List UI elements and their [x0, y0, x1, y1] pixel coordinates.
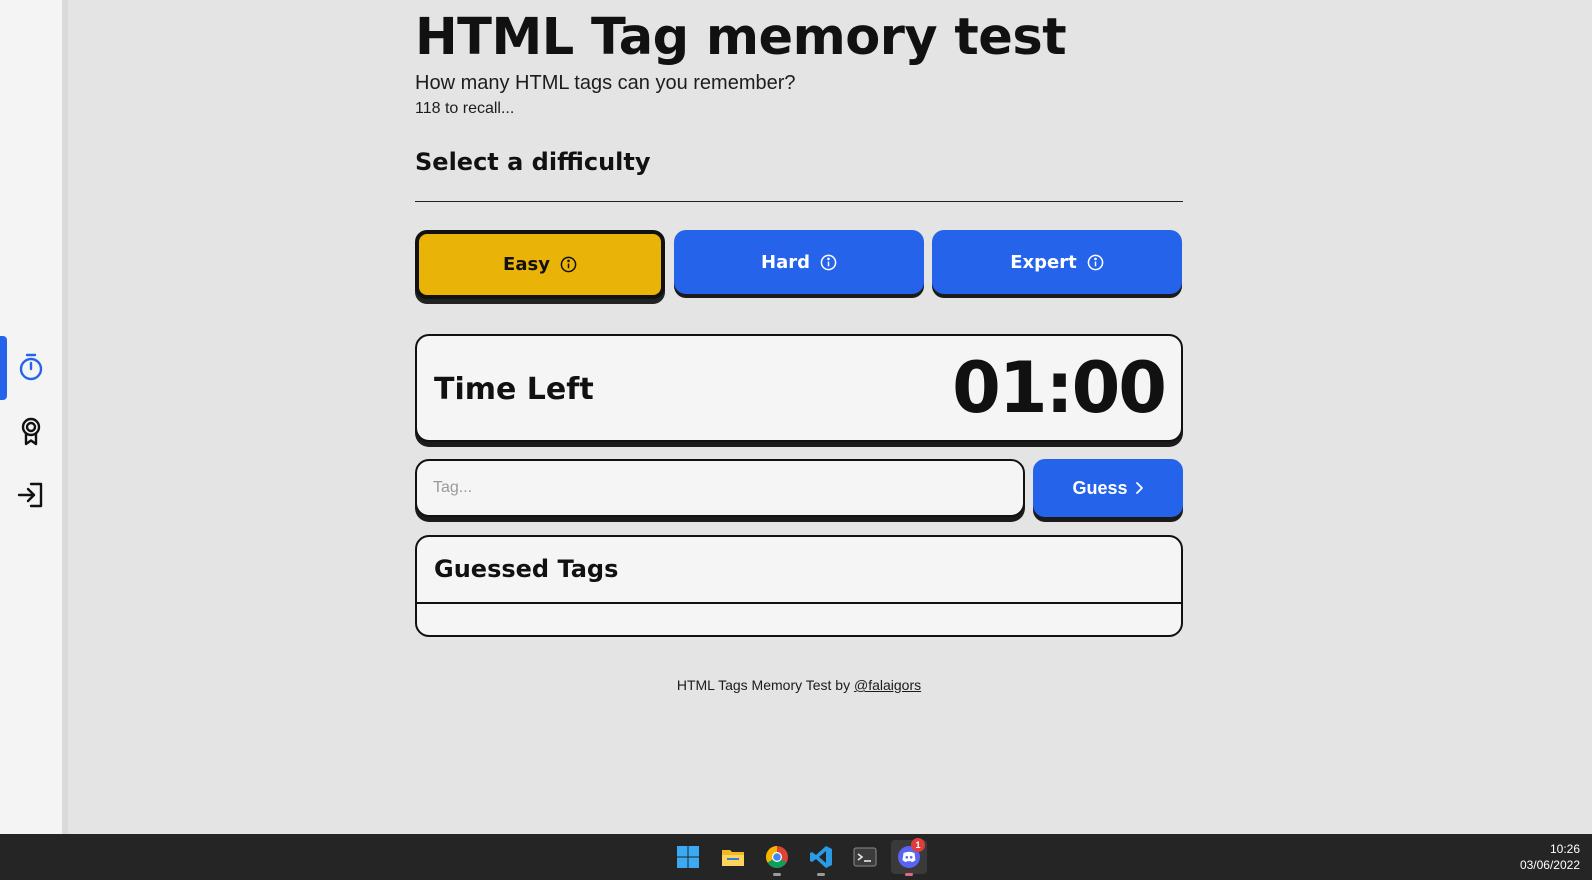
award-icon — [21, 417, 41, 446]
difficulty-expert-label: Expert — [1010, 251, 1077, 273]
timer-label: Time Left — [434, 372, 594, 407]
terminal-button[interactable] — [847, 840, 883, 874]
difficulty-hard-button[interactable]: Hard — [674, 230, 924, 294]
timer-value: 01:00 — [952, 347, 1167, 429]
timer-card: Time Left 01:00 — [415, 334, 1183, 442]
system-clock[interactable]: 10:26 03/06/2022 — [1520, 841, 1580, 873]
sidebar-item-achievements[interactable] — [0, 400, 62, 462]
chrome-button[interactable] — [759, 840, 795, 876]
vscode-icon — [810, 846, 832, 868]
info-icon — [560, 256, 577, 273]
sidebar-item-timer[interactable] — [0, 336, 62, 400]
taskbar: 1 10:26 03/06/2022 — [0, 834, 1592, 880]
info-icon — [1087, 254, 1104, 270]
difficulty-expert-button[interactable]: Expert — [932, 230, 1182, 294]
page-title: HTML Tag memory test — [415, 8, 1067, 67]
sidebar — [0, 0, 68, 834]
info-icon — [820, 254, 837, 270]
guessed-tags-divider — [417, 602, 1181, 604]
guess-button[interactable]: Guess — [1033, 459, 1183, 517]
difficulty-easy-button[interactable]: Easy — [415, 230, 665, 299]
difficulty-hard-label: Hard — [761, 251, 810, 273]
windows-start-button[interactable] — [670, 840, 706, 874]
chrome-icon — [766, 846, 788, 868]
footer-text: HTML Tags Memory Test by — [676, 677, 854, 693]
difficulty-heading: Select a difficulty — [415, 148, 651, 176]
terminal-icon — [853, 847, 877, 867]
login-icon — [17, 482, 43, 508]
guess-button-label: Guess — [1072, 477, 1128, 498]
tag-input[interactable] — [415, 459, 1025, 517]
vscode-button[interactable] — [803, 840, 839, 876]
file-explorer-icon — [722, 850, 744, 866]
footer: HTML Tags Memory Test by @falaigors — [415, 677, 1183, 693]
chevron-right-icon — [1135, 482, 1143, 494]
screen: HTML Tag memory test How many HTML tags … — [0, 0, 1592, 880]
sidebar-item-login[interactable] — [0, 464, 62, 526]
sidebar-edge — [62, 0, 68, 834]
stopwatch-icon — [19, 353, 43, 381]
notification-badge: 1 — [911, 838, 925, 852]
author-link[interactable]: @falaigors — [854, 677, 921, 693]
guessed-tags-title: Guessed Tags — [434, 555, 619, 583]
difficulty-easy-label: Easy — [503, 254, 550, 275]
guessed-tags-card: Guessed Tags — [415, 535, 1183, 637]
clock-date: 03/06/2022 — [1519, 858, 1580, 872]
page-subtitle: How many HTML tags can you remember? — [415, 72, 796, 94]
recall-count: 118 to recall... — [415, 100, 515, 117]
divider — [415, 201, 1183, 202]
windows-start-icon — [677, 846, 699, 868]
clock-time: 10:26 — [1549, 842, 1580, 856]
file-explorer-button[interactable] — [715, 840, 751, 874]
discord-button[interactable]: 1 — [891, 838, 927, 876]
